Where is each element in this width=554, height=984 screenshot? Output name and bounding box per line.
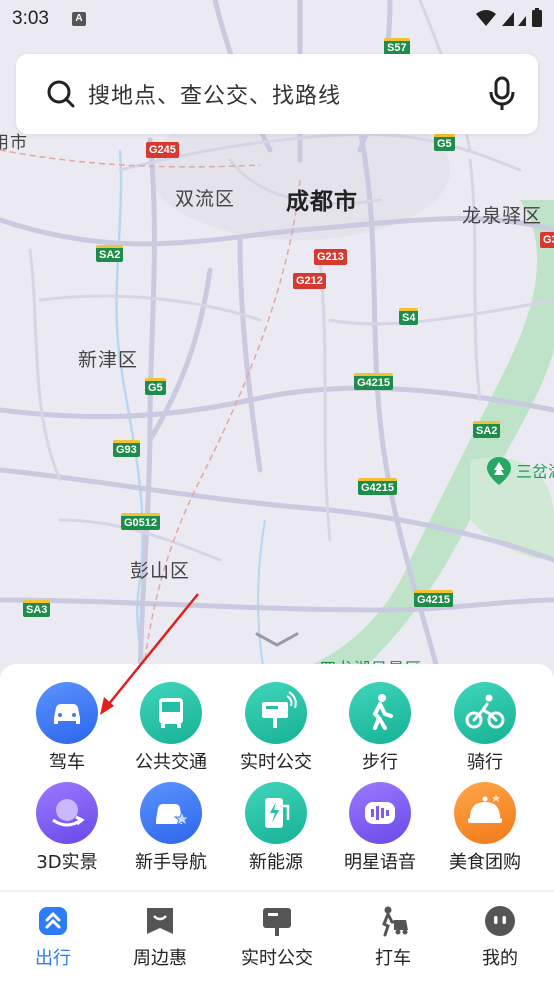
poi-label[interactable]: 三岔湖 bbox=[516, 458, 554, 482]
tab-profile[interactable]: 我的 bbox=[445, 904, 554, 970]
action-new-energy[interactable]: 新能源 bbox=[226, 782, 326, 874]
place-label-xinjin[interactable]: 新津区 bbox=[78, 345, 138, 372]
nearby-deal-icon bbox=[147, 908, 173, 934]
place-label-longquanyi[interactable]: 龙泉驿区 bbox=[462, 201, 542, 228]
action-public-transit[interactable]: 公共交通 bbox=[121, 682, 221, 774]
bus-icon bbox=[140, 682, 202, 744]
tab-realtime-bus[interactable]: 实时公交 bbox=[222, 904, 332, 970]
action-celebrity-voice[interactable]: 明星语音 bbox=[330, 782, 430, 874]
road-shield: G4215 bbox=[414, 590, 454, 607]
collapse-chevron-icon[interactable] bbox=[254, 630, 300, 650]
action-label: 步行 bbox=[362, 752, 398, 773]
travel-icon bbox=[39, 907, 67, 935]
walk-icon bbox=[349, 682, 411, 744]
action-label: 骑行 bbox=[467, 752, 503, 773]
road-shield: G212 bbox=[293, 273, 326, 289]
road-shield: S4 bbox=[399, 308, 419, 325]
action-walk[interactable]: 步行 bbox=[330, 682, 430, 774]
food-icon bbox=[454, 782, 516, 844]
action-label: 实时公交 bbox=[240, 752, 312, 773]
wifi-icon bbox=[476, 10, 496, 26]
quick-actions-panel: 驾车 公共交通 实时公交 步行 骑行 3D实景 新手导航 新能源 明星语音 美食… bbox=[0, 664, 554, 890]
taxi-icon bbox=[382, 906, 408, 937]
road-shield: G4215 bbox=[354, 373, 394, 390]
road-shield: G93 bbox=[113, 440, 140, 457]
tab-label: 我的 bbox=[482, 948, 518, 969]
place-label-chengdu[interactable]: 成都市 bbox=[286, 182, 358, 216]
search-bar[interactable]: 搜地点、查公交、找路线 bbox=[16, 54, 538, 134]
action-label: 3D实景 bbox=[36, 852, 98, 873]
road-shield: G3 bbox=[540, 232, 554, 248]
action-label: 新能源 bbox=[249, 852, 303, 873]
profile-icon bbox=[485, 906, 515, 936]
tab-label: 打车 bbox=[375, 948, 411, 969]
car-icon bbox=[36, 682, 98, 744]
status-time: 3:03 bbox=[12, 8, 49, 29]
search-icon bbox=[47, 80, 75, 108]
action-label: 新手导航 bbox=[135, 852, 207, 873]
action-3d-view[interactable]: 3D实景 bbox=[17, 782, 117, 874]
place-label-pengshan[interactable]: 彭山区 bbox=[130, 556, 190, 583]
road-shield: S57 bbox=[384, 38, 410, 55]
tab-label: 出行 bbox=[35, 948, 71, 969]
search-placeholder: 搜地点、查公交、找路线 bbox=[88, 84, 342, 109]
voice-icon bbox=[349, 782, 411, 844]
notification-a-icon: A bbox=[72, 12, 86, 26]
system-status-icons bbox=[476, 8, 542, 27]
road-shield: SA2 bbox=[96, 245, 124, 262]
realtime-bus-icon bbox=[263, 908, 291, 936]
road-shield: G4215 bbox=[358, 478, 398, 495]
road-shield: SA3 bbox=[23, 600, 51, 617]
microphone-icon[interactable] bbox=[488, 76, 516, 112]
battery-icon bbox=[532, 10, 542, 27]
road-shield: G0512 bbox=[121, 513, 161, 530]
road-shield: G213 bbox=[314, 249, 347, 265]
action-drive[interactable]: 驾车 bbox=[17, 682, 117, 774]
status-bar: 3:03 A bbox=[0, 0, 554, 38]
action-beginner-nav[interactable]: 新手导航 bbox=[121, 782, 221, 874]
action-label: 公共交通 bbox=[135, 752, 207, 773]
tab-travel[interactable]: 出行 bbox=[0, 904, 108, 970]
tab-label: 周边惠 bbox=[133, 948, 187, 969]
signal-icon bbox=[502, 12, 514, 26]
globe-3d-icon bbox=[36, 782, 98, 844]
action-label: 明星语音 bbox=[344, 852, 416, 873]
road-shield: G5 bbox=[145, 378, 166, 395]
car-star-icon bbox=[140, 782, 202, 844]
tab-label: 实时公交 bbox=[241, 948, 313, 969]
tab-taxi[interactable]: 打车 bbox=[338, 904, 448, 970]
bus-stop-icon bbox=[245, 682, 307, 744]
tab-nearby-deals[interactable]: 周边惠 bbox=[105, 904, 215, 970]
bottom-tab-bar: 出行 周边惠 实时公交 打车 我的 bbox=[0, 892, 554, 984]
road-shield: G5 bbox=[434, 134, 455, 151]
bike-icon bbox=[454, 682, 516, 744]
action-label: 驾车 bbox=[49, 752, 85, 773]
road-shield: SA2 bbox=[473, 421, 501, 438]
charging-icon bbox=[245, 782, 307, 844]
action-food-deals[interactable]: 美食团购 bbox=[435, 782, 535, 874]
action-bike[interactable]: 骑行 bbox=[435, 682, 535, 774]
place-label-shuangliu[interactable]: 双流区 bbox=[175, 184, 235, 211]
action-label: 美食团购 bbox=[449, 852, 521, 873]
action-realtime-bus[interactable]: 实时公交 bbox=[226, 682, 326, 774]
scenic-pin-icon[interactable] bbox=[486, 456, 512, 486]
road-shield: G245 bbox=[146, 142, 179, 158]
